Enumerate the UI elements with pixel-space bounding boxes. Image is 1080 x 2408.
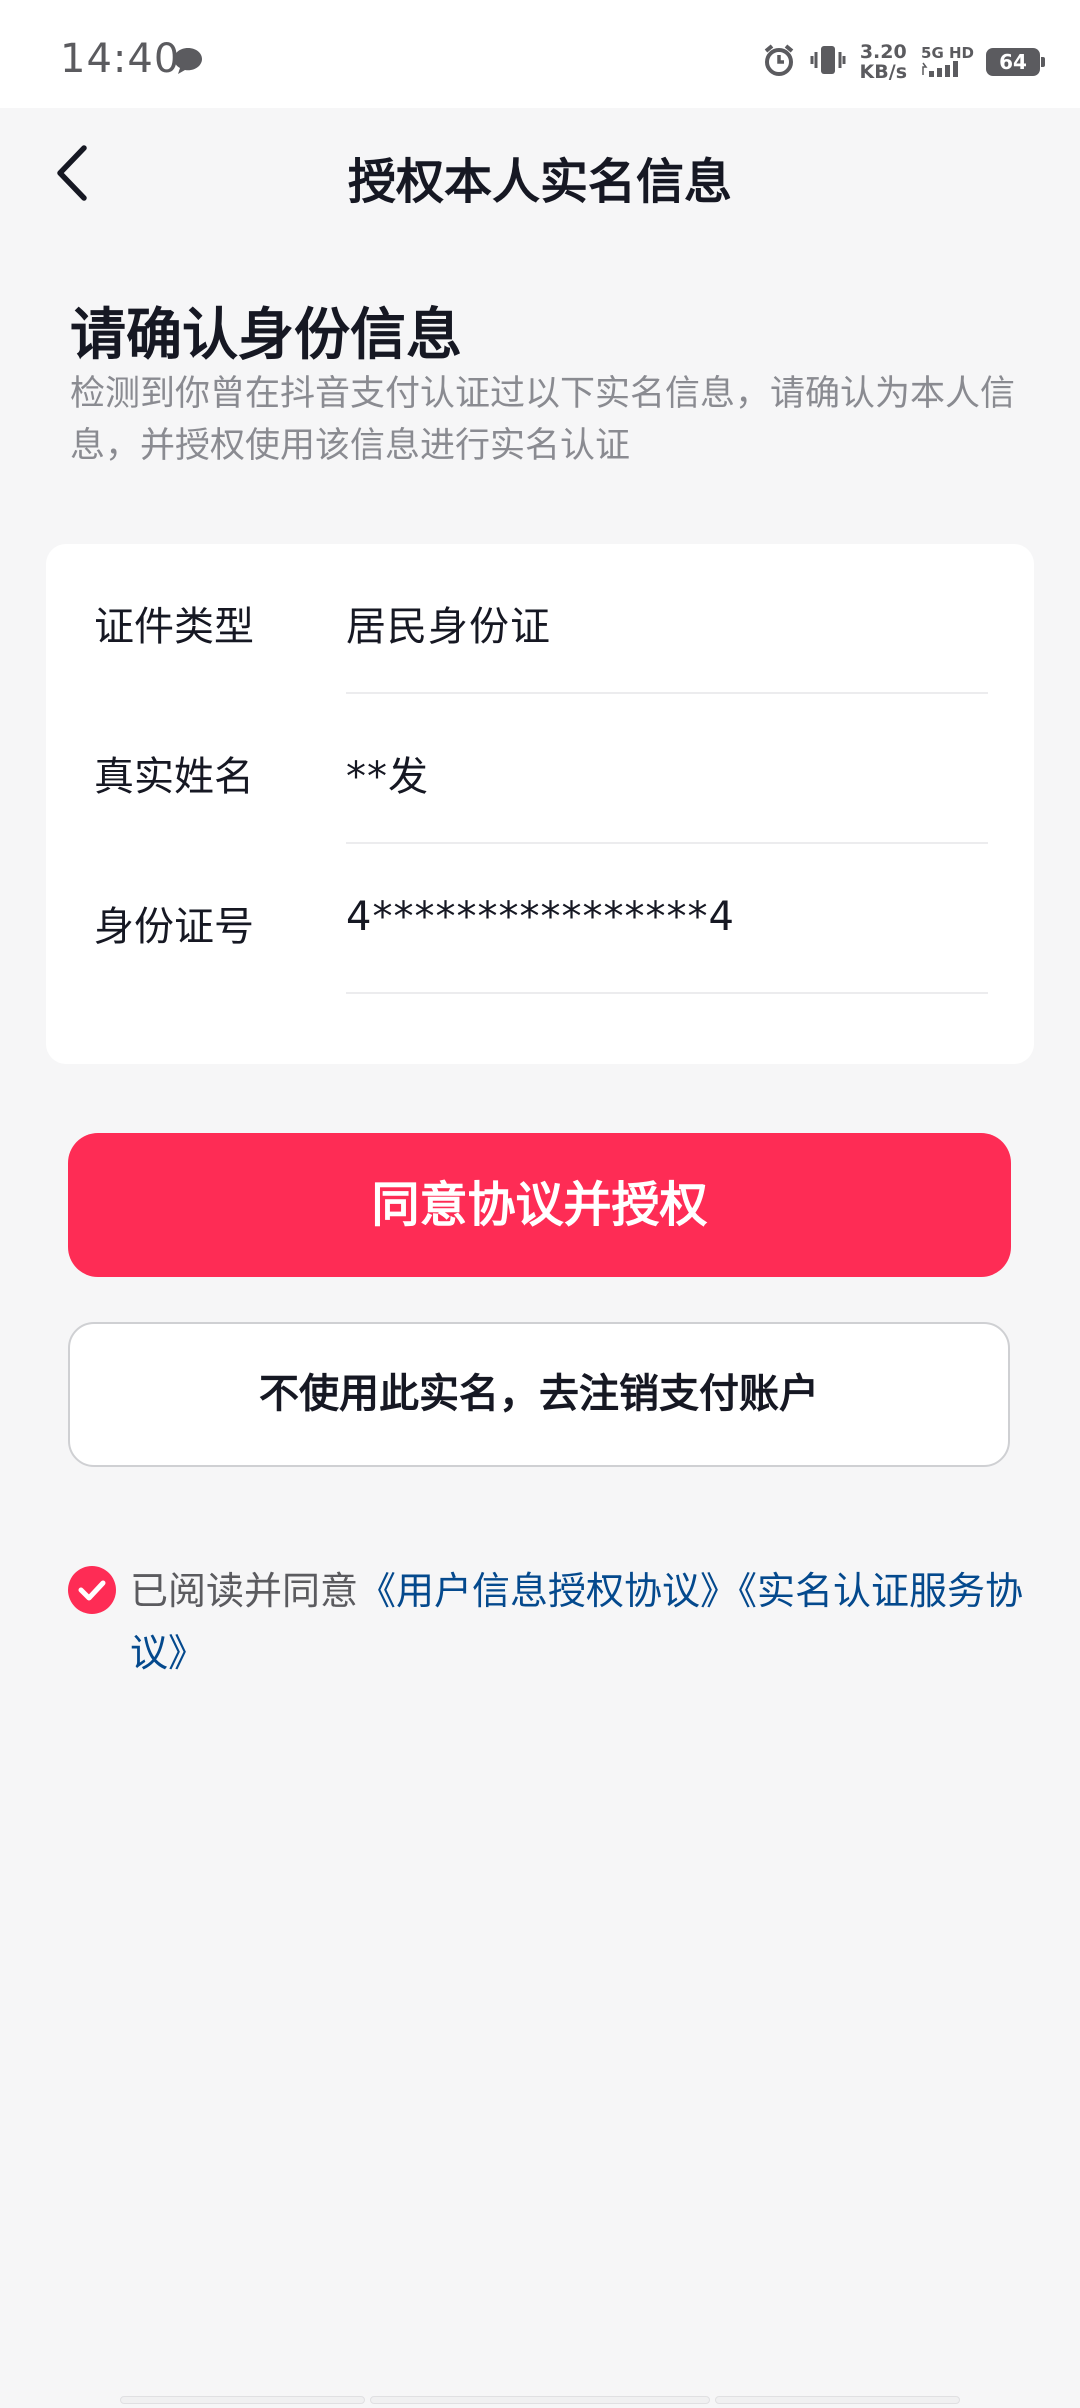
id-number-value: 4****************4 (346, 894, 735, 940)
checkmark-icon (78, 1580, 106, 1601)
user-info-authorization-agreement-link[interactable]: 《用户信息授权协议》 (358, 1569, 738, 1613)
identity-info-card: 证件类型 居民身份证 真实姓名 **发 身份证号 4**************… (46, 544, 1034, 1064)
nav-bar: 授权本人实名信息 (0, 108, 1080, 238)
id-type-label: 证件类型 (94, 604, 254, 650)
network-type-label: 5G HD (921, 43, 974, 62)
battery-icon: 64 (986, 48, 1045, 76)
page-title: 授权本人实名信息 (347, 154, 732, 210)
section-heading: 请确认身份信息 (70, 303, 462, 368)
network-speed-value: 3.20 (859, 41, 907, 63)
info-row-id-number: 身份证号 4****************4 (46, 844, 1034, 994)
gesture-segment (120, 2396, 365, 2404)
network-type: 5G HD (921, 45, 974, 80)
id-number-label: 身份证号 (94, 904, 254, 950)
gesture-segment (715, 2396, 960, 2404)
agreement-text: 已阅读并同意《用户信息授权协议》《实名认证服务协议》 (130, 1560, 1070, 1684)
id-type-value: 居民身份证 (346, 604, 551, 650)
bottom-gesture-bar (0, 2396, 1080, 2408)
signal-icon (922, 60, 959, 77)
agree-and-authorize-button[interactable]: 同意协议并授权 (68, 1133, 1011, 1277)
gesture-segment (370, 2396, 710, 2404)
network-speed-unit: KB/s (859, 61, 908, 83)
status-bar: 14:40 3.20 KB/s 5G HD 64 (0, 0, 1080, 108)
alarm-icon (762, 43, 796, 81)
section-description: 检测到你曾在抖音支付认证过以下实名信息，请确认为本人信息，并授权使用该信息进行实… (70, 374, 1016, 466)
vibrate-icon (810, 43, 846, 81)
status-time: 14:40 (60, 36, 181, 82)
cancel-payment-account-button[interactable]: 不使用此实名，去注销支付账户 (68, 1322, 1010, 1467)
real-name-value: **发 (346, 754, 429, 800)
network-speed: 3.20 KB/s (860, 42, 907, 82)
agreement-prefix: 已阅读并同意 (130, 1569, 359, 1613)
chat-bubble-icon (172, 46, 204, 80)
divider (346, 992, 988, 994)
info-row-real-name: 真实姓名 **发 (46, 694, 1034, 844)
info-row-id-type: 证件类型 居民身份证 (46, 544, 1034, 694)
real-name-label: 真实姓名 (94, 754, 254, 800)
agreement-checkbox[interactable] (68, 1566, 116, 1614)
